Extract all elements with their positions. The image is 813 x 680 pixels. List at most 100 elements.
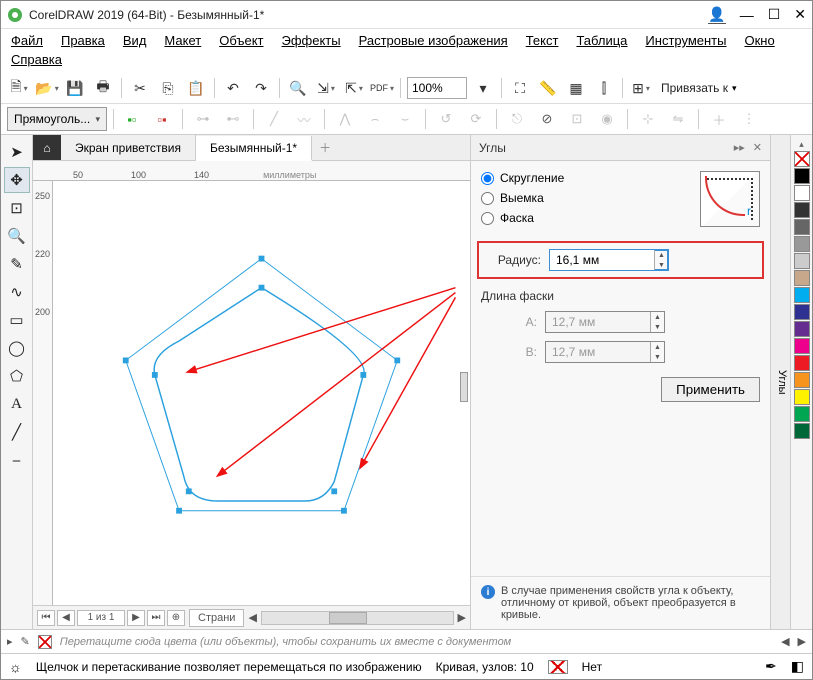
no-color-swatch[interactable] bbox=[794, 151, 810, 167]
opt-chamfer[interactable]: Фаска bbox=[481, 211, 690, 225]
color-swatch[interactable] bbox=[794, 270, 810, 286]
color-swatch[interactable] bbox=[794, 185, 810, 201]
apply-button[interactable]: Применить bbox=[661, 377, 760, 402]
outline-pen-icon[interactable]: ✒ bbox=[765, 658, 777, 675]
page-prev-button[interactable]: ◀ bbox=[57, 610, 75, 626]
snap-label[interactable]: Привязать к bbox=[661, 81, 728, 95]
docker-tab[interactable]: Углы bbox=[770, 135, 790, 629]
reflect-h-icon[interactable]: ⇋ bbox=[666, 107, 690, 131]
elastic-icon[interactable]: ＋ bbox=[707, 107, 731, 131]
welcome-tab[interactable]: Экран приветствия bbox=[61, 135, 196, 160]
color-swatch[interactable] bbox=[794, 423, 810, 439]
menu-object[interactable]: Объект bbox=[219, 33, 263, 48]
search-button[interactable]: 🔍 bbox=[286, 76, 310, 100]
home-icon-tab[interactable]: ⌂ bbox=[33, 135, 61, 160]
palette-right-icon[interactable]: ▶ bbox=[798, 635, 806, 648]
zoom-dropdown[interactable]: ▾ bbox=[471, 76, 495, 100]
opt-round-radio[interactable] bbox=[481, 172, 494, 185]
menu-view[interactable]: Вид bbox=[123, 33, 147, 48]
align-icon[interactable]: ⊹ bbox=[636, 107, 660, 131]
menu-table[interactable]: Таблица bbox=[576, 33, 627, 48]
menu-layout[interactable]: Макет bbox=[164, 33, 201, 48]
stretch-icon[interactable]: ⊡ bbox=[565, 107, 589, 131]
color-swatch[interactable] bbox=[794, 168, 810, 184]
color-swatch[interactable] bbox=[794, 355, 810, 371]
opt-scallop-radio[interactable] bbox=[481, 192, 494, 205]
redo-button[interactable]: ↷ bbox=[249, 76, 273, 100]
paste-button[interactable]: 📋 bbox=[184, 76, 208, 100]
fill-indicator[interactable] bbox=[548, 660, 568, 674]
docker-collapse-icon[interactable]: ▸▸ bbox=[734, 141, 745, 154]
artistic-tool-icon[interactable]: ∿ bbox=[4, 279, 30, 305]
radius-input[interactable] bbox=[550, 250, 654, 270]
page-next-button[interactable]: ▶ bbox=[127, 610, 145, 626]
drawing-canvas[interactable] bbox=[53, 181, 470, 605]
radius-down-icon[interactable]: ▼ bbox=[655, 260, 668, 270]
scroll-right-button[interactable]: ▶ bbox=[458, 611, 466, 624]
menu-text[interactable]: Текст bbox=[526, 33, 559, 48]
rotate-icon[interactable]: ◉ bbox=[595, 107, 619, 131]
export-button[interactable]: ⇱ bbox=[342, 76, 366, 100]
save-button[interactable]: 💾 bbox=[63, 76, 87, 100]
color-swatch[interactable] bbox=[794, 219, 810, 235]
print-button[interactable]: 🖶 bbox=[91, 76, 115, 100]
page-last-button[interactable]: ⏭ bbox=[147, 610, 165, 626]
page-add-button[interactable]: ⊕ bbox=[167, 610, 185, 626]
new-button[interactable]: 🗎 bbox=[7, 76, 31, 100]
document-tab[interactable]: Безымянный-1* bbox=[196, 136, 312, 161]
page-tab[interactable]: Страни bbox=[189, 609, 244, 627]
import-button[interactable]: ⇲ bbox=[314, 76, 338, 100]
opt-round[interactable]: Скругление bbox=[481, 171, 690, 185]
color-swatch[interactable] bbox=[794, 372, 810, 388]
color-swatch[interactable] bbox=[794, 321, 810, 337]
menu-window[interactable]: Окно bbox=[744, 33, 774, 48]
palette-menu-icon[interactable]: ▸ bbox=[7, 635, 13, 648]
opt-chamfer-radio[interactable] bbox=[481, 212, 494, 225]
account-icon[interactable]: 👤 bbox=[708, 6, 725, 24]
color-swatch[interactable] bbox=[794, 253, 810, 269]
zoom-tool-icon[interactable]: 🔍 bbox=[4, 223, 30, 249]
text-tool-icon[interactable]: A bbox=[4, 391, 30, 417]
menu-edit[interactable]: Правка bbox=[61, 33, 105, 48]
docker-splitter[interactable] bbox=[460, 372, 468, 402]
cusp-node-icon[interactable]: ⋀ bbox=[333, 107, 357, 131]
freehand-tool-icon[interactable]: ✎ bbox=[4, 251, 30, 277]
color-swatch[interactable] bbox=[794, 287, 810, 303]
guides-button[interactable]: ⫿ bbox=[592, 76, 616, 100]
page-first-button[interactable]: ⏮ bbox=[37, 610, 55, 626]
dimension-tool-icon[interactable]: ╱ bbox=[4, 419, 30, 445]
scroll-left-button[interactable]: ◀ bbox=[248, 611, 256, 624]
shape-tool-icon[interactable]: ✥ bbox=[4, 167, 30, 193]
hscroll-thumb[interactable] bbox=[329, 612, 367, 624]
smooth-node-icon[interactable]: ⌢ bbox=[363, 107, 387, 131]
undo-button[interactable]: ↶ bbox=[221, 76, 245, 100]
docker-close-icon[interactable]: ✕ bbox=[753, 141, 762, 154]
opt-scallop[interactable]: Выемка bbox=[481, 191, 690, 205]
to-curve-icon[interactable]: 〰 bbox=[292, 107, 316, 131]
color-swatch[interactable] bbox=[794, 236, 810, 252]
snap-button[interactable]: ⊞ bbox=[629, 76, 653, 100]
new-tab-button[interactable]: ＋ bbox=[312, 135, 338, 160]
reverse-icon[interactable]: ↺ bbox=[434, 107, 458, 131]
color-swatch[interactable] bbox=[794, 389, 810, 405]
menu-file[interactable]: Файл bbox=[11, 33, 43, 48]
rulers-button[interactable]: 📏 bbox=[536, 76, 560, 100]
ellipse-tool-icon[interactable]: ◯ bbox=[4, 335, 30, 361]
to-line-icon[interactable]: ╱ bbox=[262, 107, 286, 131]
add-node-icon[interactable]: ▪▫ bbox=[120, 107, 144, 131]
close-curve-icon[interactable]: ⊘ bbox=[535, 107, 559, 131]
color-swatch[interactable] bbox=[794, 304, 810, 320]
polygon-tool-icon[interactable]: ⬠ bbox=[4, 363, 30, 389]
minimize-button[interactable]: — bbox=[740, 7, 754, 23]
color-swatch[interactable] bbox=[794, 406, 810, 422]
eyedropper-icon[interactable]: ✎ bbox=[21, 635, 30, 648]
snap-chevron-icon[interactable]: ▾ bbox=[732, 83, 737, 94]
join-nodes-icon[interactable]: ⊶ bbox=[191, 107, 215, 131]
extend-icon[interactable]: ⟳ bbox=[464, 107, 488, 131]
rectangle-tool-icon[interactable]: ▭ bbox=[4, 307, 30, 333]
pick-tool-icon[interactable]: ➤ bbox=[4, 139, 30, 165]
menu-tools[interactable]: Инструменты bbox=[645, 33, 726, 48]
select-all-icon[interactable]: ⋮ bbox=[737, 107, 761, 131]
menu-effects[interactable]: Эффекты bbox=[282, 33, 341, 48]
copy-button[interactable]: ⎘ bbox=[156, 76, 180, 100]
